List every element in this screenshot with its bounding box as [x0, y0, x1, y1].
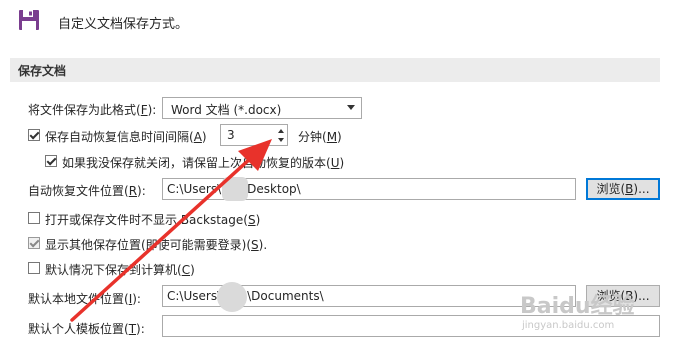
autorecover-checkbox[interactable] [28, 129, 40, 141]
no-backstage-label: 打开或保存文件时不显示 Backstage(S) [45, 213, 261, 227]
format-label: 将文件保存为此格式(F): [28, 103, 157, 117]
keep-last-version-checkbox[interactable] [45, 155, 57, 167]
minutes-unit-label: 分钟(M) [298, 130, 342, 144]
no-backstage-checkbox[interactable] [28, 212, 40, 224]
autorecover-label: 保存自动恢复信息时间间隔(A) [45, 130, 207, 144]
local-path-label: 默认本地文件位置(I): [28, 292, 141, 306]
section-title: 保存文档 [18, 64, 67, 78]
section-header [10, 58, 660, 82]
format-value: Word 文档 (*.docx) [171, 103, 282, 117]
redacted-username [222, 177, 248, 201]
autorecover-value: 3 [227, 128, 235, 142]
watermark-url: jingyan.baidu.com [522, 320, 615, 331]
format-dropdown[interactable]: Word 文档 (*.docx) [162, 97, 362, 119]
show-more-locations-checkbox[interactable] [28, 237, 40, 249]
template-path-label: 默认个人模板位置(T): [28, 322, 145, 336]
watermark-logo: Baidu经验 [520, 294, 635, 319]
show-more-locations-label: 显示其他保存位置(即使可能需要登录)(S). [45, 238, 268, 252]
save-to-computer-label: 默认情况下保存到计算机(C) [45, 263, 195, 277]
autorecover-minutes-stepper[interactable]: 3 [220, 124, 288, 146]
save-to-computer-checkbox[interactable] [28, 262, 40, 274]
keep-last-version-label: 如果我没保存就关闭，请保留上次自动恢复的版本(U) [62, 156, 345, 170]
recover-path-label: 自动恢复文件位置(R): [28, 184, 146, 198]
page-title: 自定义文档保存方式。 [58, 17, 189, 32]
floppy-disk-icon [19, 10, 39, 30]
chevron-down-icon [347, 105, 355, 110]
recover-browse-button[interactable]: 浏览(B)... [586, 178, 660, 200]
spin-up-icon[interactable] [278, 129, 284, 133]
spin-down-icon[interactable] [278, 138, 284, 142]
redacted-username [217, 282, 247, 312]
